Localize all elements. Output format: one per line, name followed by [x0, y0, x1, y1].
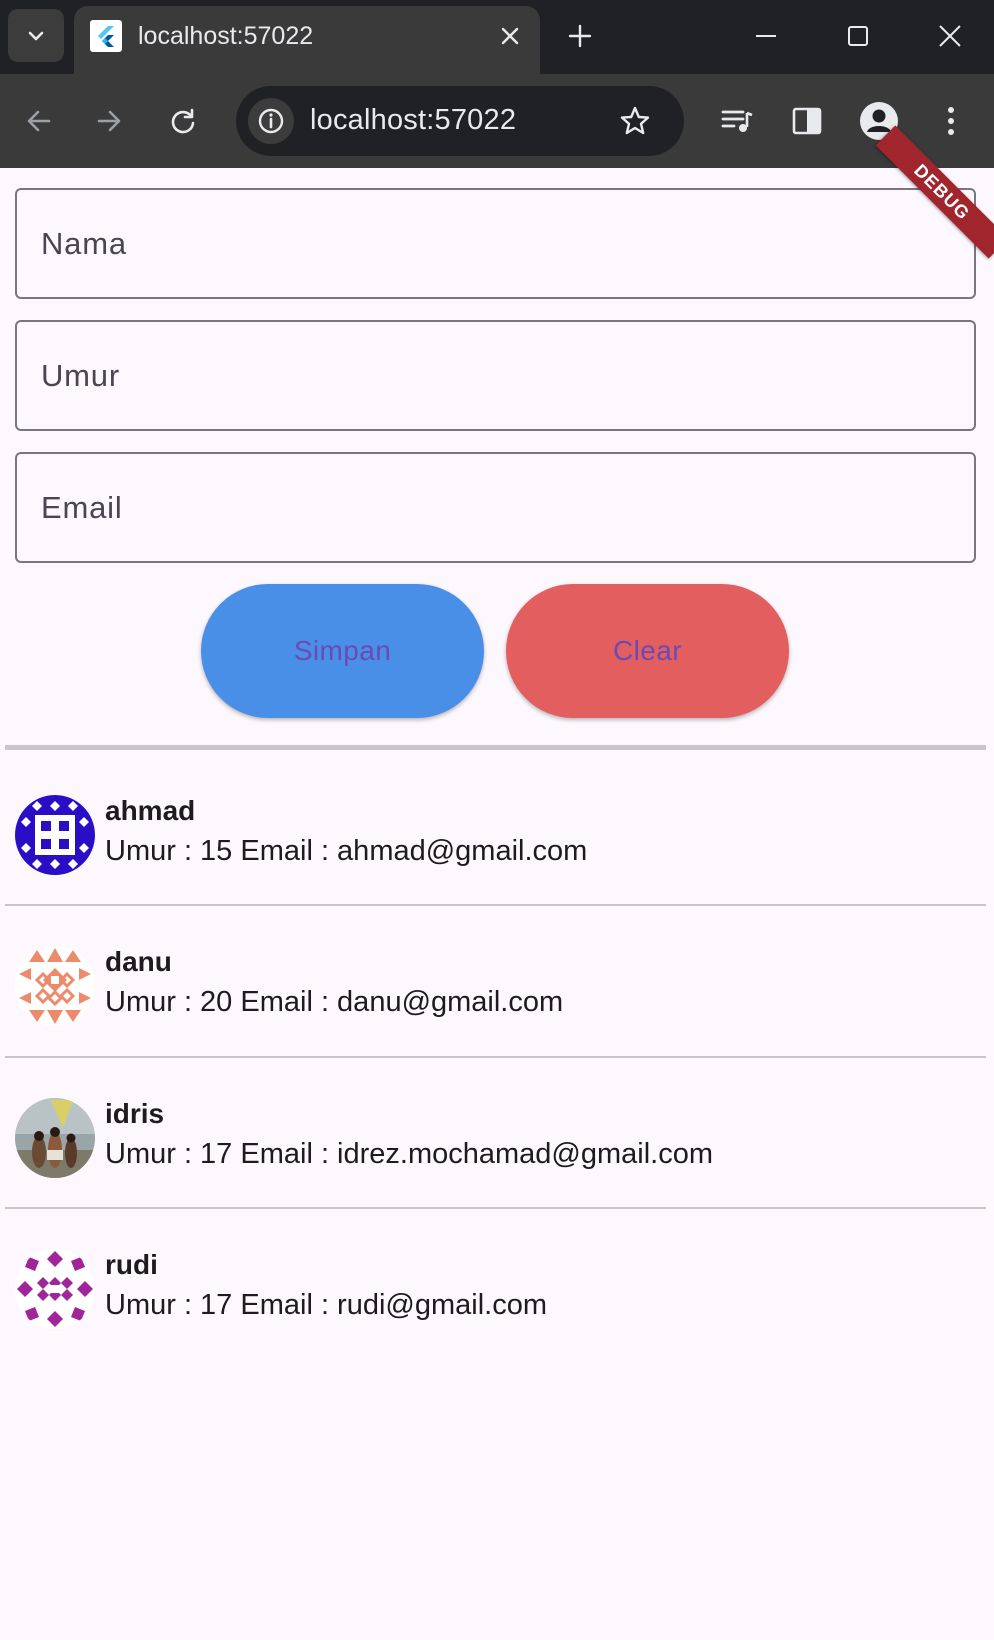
list-divider	[5, 1056, 986, 1058]
nama-field-label: Nama	[41, 226, 127, 261]
list-item[interactable]: rudi Umur : 17 Email : rudi@gmail.com	[0, 1219, 994, 1371]
list-item[interactable]: danu Umur : 20 Email : danu@gmail.com	[0, 916, 994, 1068]
simpan-button[interactable]: Simpan	[201, 584, 484, 718]
site-info-button[interactable]	[248, 98, 294, 144]
list-item[interactable]: idris Umur : 17 Email : idrez.mochamad@g…	[0, 1068, 994, 1220]
umur-field[interactable]: Umur	[15, 320, 976, 431]
email-field[interactable]: Email	[15, 452, 976, 563]
maximize-button[interactable]	[832, 10, 884, 62]
user-name: ahmad	[105, 795, 196, 826]
list-item[interactable]: ahmad Umur : 15 Email : ahmad@gmail.com	[0, 765, 994, 917]
close-window-button[interactable]	[924, 10, 976, 62]
browser-tab[interactable]: localhost:57022	[74, 6, 540, 74]
side-panel-button[interactable]	[782, 96, 832, 146]
user-detail: Umur : 17 Email : idrez.mochamad@gmail.c…	[105, 1138, 714, 1170]
email-field-label: Email	[41, 490, 123, 525]
section-divider	[5, 745, 986, 750]
close-icon	[501, 27, 519, 45]
forward-icon	[97, 110, 121, 132]
media-queue-button[interactable]	[712, 96, 762, 146]
more-menu-button[interactable]	[926, 96, 976, 146]
avatar	[15, 1249, 95, 1329]
avatar	[15, 946, 95, 1026]
browser-titlebar: localhost:57022	[0, 0, 994, 74]
flutter-logo-icon	[90, 20, 122, 52]
list-divider	[5, 904, 986, 906]
tab-close-button[interactable]	[492, 18, 528, 54]
bookmark-button[interactable]	[612, 98, 658, 144]
app-content: Nama Umur Email Simpan Clear ahmad Umur …	[0, 168, 994, 1640]
avatar	[15, 795, 95, 875]
back-button[interactable]	[14, 96, 64, 146]
user-detail: Umur : 20 Email : danu@gmail.com	[105, 986, 564, 1018]
url-text: localhost:57022	[310, 104, 517, 136]
browser-toolbar: localhost:57022	[0, 74, 994, 168]
chevron-down-icon	[28, 31, 44, 40]
new-tab-button[interactable]	[558, 14, 602, 58]
simpan-button-label: Simpan	[293, 635, 392, 666]
reload-button[interactable]	[158, 96, 208, 146]
umur-field-label: Umur	[41, 358, 120, 393]
tab-title: localhost:57022	[138, 22, 314, 50]
minimize-icon	[756, 35, 776, 37]
minimize-button[interactable]	[740, 10, 792, 62]
forward-button[interactable]	[84, 96, 134, 146]
user-name: idris	[105, 1098, 165, 1129]
reload-icon	[171, 108, 195, 134]
info-icon	[258, 108, 284, 134]
user-name: danu	[105, 946, 172, 977]
clear-button[interactable]: Clear	[506, 584, 789, 718]
list-divider	[5, 1207, 986, 1209]
address-bar[interactable]: localhost:57022	[236, 86, 684, 156]
new-tab-icon	[568, 24, 592, 48]
user-name: rudi	[105, 1249, 158, 1280]
user-detail: Umur : 17 Email : rudi@gmail.com	[105, 1289, 547, 1321]
tab-search-button[interactable]	[8, 9, 64, 62]
side-panel-icon	[792, 107, 822, 135]
maximize-icon	[848, 26, 868, 46]
media-queue-icon	[721, 110, 753, 132]
nama-field[interactable]: Nama	[15, 188, 976, 299]
close-icon	[939, 25, 961, 47]
avatar	[15, 1098, 95, 1178]
more-menu-icon	[948, 107, 954, 135]
user-detail: Umur : 15 Email : ahmad@gmail.com	[105, 835, 588, 867]
star-icon	[620, 106, 650, 135]
clear-button-label: Clear	[613, 635, 682, 666]
back-icon	[27, 110, 51, 132]
